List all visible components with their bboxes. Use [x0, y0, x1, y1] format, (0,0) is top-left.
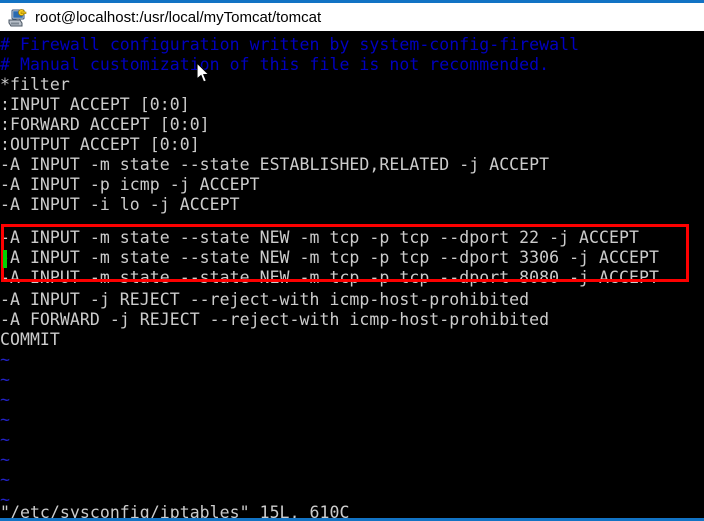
- editor-line-11: -A INPUT -m state --state NEW -m tcp -p …: [0, 248, 659, 267]
- editor-line-14: -A FORWARD -j REJECT --reject-with icmp-…: [0, 310, 550, 329]
- terminal-window: root@localhost:/usr/local/myTomcat/tomca…: [0, 0, 704, 521]
- editor-line-1: # Firewall configuration written by syst…: [0, 35, 580, 54]
- editor-line-2: # Manual customization of this file is n…: [0, 55, 550, 74]
- editor-tilde-line-7: ~: [0, 470, 10, 489]
- editor-tilde-line-3: ~: [0, 390, 10, 409]
- editor-tilde-line-2: ~: [0, 370, 10, 389]
- editor-line-15: COMMIT: [0, 330, 60, 349]
- editor-line-3: *filter: [0, 75, 70, 94]
- editor-tilde-line-6: ~: [0, 450, 10, 469]
- editor-status-line: "/etc/sysconfig/iptables" 15L, 610C: [0, 503, 350, 518]
- editor-line-13: -A INPUT -j REJECT --reject-with icmp-ho…: [0, 290, 530, 309]
- window-titlebar[interactable]: root@localhost:/usr/local/myTomcat/tomca…: [0, 3, 704, 31]
- editor-line-5: :FORWARD ACCEPT [0:0]: [0, 115, 210, 134]
- editor-tilde-line-1: ~: [0, 350, 10, 369]
- terminal-screen[interactable]: # Firewall configuration written by syst…: [0, 31, 704, 518]
- mouse-arrow-cursor: [196, 61, 211, 84]
- window-title: root@localhost:/usr/local/myTomcat/tomca…: [35, 8, 322, 26]
- editor-line-10: -A INPUT -m state --state NEW -m tcp -p …: [0, 228, 639, 247]
- vim-text-cursor: [3, 250, 7, 268]
- editor-line-12: -A INPUT -m state --state NEW -m tcp -p …: [0, 268, 659, 287]
- putty-terminal-icon: [6, 7, 28, 29]
- editor-line-7: -A INPUT -m state --state ESTABLISHED,RE…: [0, 155, 550, 174]
- editor-line-4: :INPUT ACCEPT [0:0]: [0, 95, 190, 114]
- editor-tilde-line-5: ~: [0, 430, 10, 449]
- editor-line-9: -A INPUT -i lo -j ACCEPT: [0, 195, 240, 214]
- editor-line-6: :OUTPUT ACCEPT [0:0]: [0, 135, 200, 154]
- editor-line-8: -A INPUT -p icmp -j ACCEPT: [0, 175, 260, 194]
- editor-tilde-line-4: ~: [0, 410, 10, 429]
